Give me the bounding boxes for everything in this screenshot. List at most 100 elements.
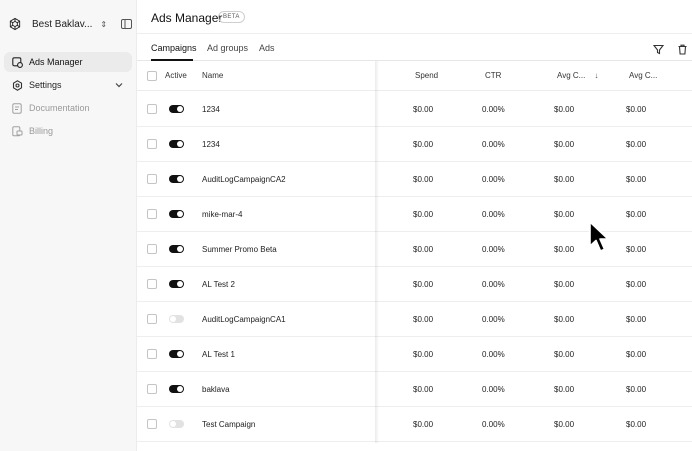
avg-cost-cell: $0.00: [554, 139, 575, 149]
spend-cell: $0.00: [413, 209, 434, 219]
table-row[interactable]: AL Test 1 $0.00 0.00% $0.00 $0.00: [137, 337, 692, 372]
avg-cost-cell: $0.00: [554, 419, 575, 429]
ctr-cell: 0.00%: [482, 314, 505, 324]
column-header-avg-2[interactable]: Avg C...: [629, 61, 657, 90]
row-checkbox[interactable]: [147, 384, 157, 394]
active-toggle[interactable]: [169, 140, 184, 148]
toggle-knob: [177, 386, 183, 392]
tab-ads[interactable]: Ads: [259, 43, 275, 53]
gear-icon: [11, 79, 23, 91]
workspace-name: Best Baklav...: [32, 18, 93, 30]
toggle-knob: [177, 211, 183, 217]
row-checkbox[interactable]: [147, 279, 157, 289]
spend-cell: $0.00: [413, 349, 434, 359]
ads-icon: [11, 56, 23, 68]
sidebar-item-label: Ads Manager: [29, 57, 83, 67]
row-checkbox[interactable]: [147, 349, 157, 359]
spend-cell: $0.00: [413, 279, 434, 289]
table-row[interactable]: Test Campaign $0.00 0.00% $0.00 $0.00: [137, 407, 692, 442]
tab-ad-groups[interactable]: Ad groups: [207, 43, 248, 53]
row-checkbox[interactable]: [147, 209, 157, 219]
sidebar-item-settings[interactable]: Settings: [4, 75, 132, 95]
active-toggle[interactable]: [169, 385, 184, 393]
ctr-cell: 0.00%: [482, 139, 505, 149]
avg-cost-cell: $0.00: [626, 279, 647, 289]
avg-cost-cell: $0.00: [554, 279, 575, 289]
sidebar-item-documentation[interactable]: Documentation: [4, 98, 132, 118]
active-toggle[interactable]: [169, 175, 184, 183]
campaign-name[interactable]: AL Test 2: [202, 267, 235, 301]
table-header: Active Name Spend CTR Avg C... ↓ Avg C..…: [137, 61, 692, 91]
row-checkbox[interactable]: [147, 104, 157, 114]
active-toggle[interactable]: [169, 280, 184, 288]
row-checkbox[interactable]: [147, 419, 157, 429]
ctr-cell: 0.00%: [482, 209, 505, 219]
filter-icon[interactable]: [652, 42, 665, 55]
ctr-cell: 0.00%: [482, 244, 505, 254]
sidebar-item-label: Settings: [29, 80, 62, 90]
toggle-knob: [177, 246, 183, 252]
table-row[interactable]: 1234 $0.00 0.00% $0.00 $0.00: [137, 127, 692, 162]
table-row[interactable]: AuditLogCampaignCA1 $0.00 0.00% $0.00 $0.00: [137, 302, 692, 337]
campaign-name[interactable]: 1234: [202, 92, 220, 126]
active-toggle[interactable]: [169, 210, 184, 218]
campaign-name[interactable]: mike-mar-4: [202, 197, 242, 231]
campaign-name[interactable]: Summer Promo Beta: [202, 232, 277, 266]
page-title: Ads Manager: [151, 11, 223, 25]
column-header-avg-1[interactable]: Avg C... ↓: [557, 61, 598, 90]
avg-cost-cell: $0.00: [626, 419, 647, 429]
column-header-name[interactable]: Name: [202, 61, 223, 90]
ctr-cell: 0.00%: [482, 279, 505, 289]
avg-cost-cell: $0.00: [554, 384, 575, 394]
tab-campaigns[interactable]: Campaigns: [151, 43, 197, 53]
avg-cost-cell: $0.00: [626, 244, 647, 254]
column-header-label: Avg C...: [557, 71, 586, 80]
avg-cost-cell: $0.00: [626, 314, 647, 324]
row-checkbox[interactable]: [147, 314, 157, 324]
active-toggle[interactable]: [169, 105, 184, 113]
campaign-name[interactable]: AuditLogCampaignCA2: [202, 162, 286, 196]
updown-icon: ⇕: [100, 19, 108, 29]
toggle-knob: [170, 421, 176, 427]
openai-logo-icon: [8, 16, 22, 32]
ctr-cell: 0.00%: [482, 349, 505, 359]
avg-cost-cell: $0.00: [554, 314, 575, 324]
document-icon: [11, 102, 23, 114]
avg-cost-cell: $0.00: [626, 174, 647, 184]
mouse-cursor-icon: [588, 220, 610, 254]
table-row[interactable]: AL Test 2 $0.00 0.00% $0.00 $0.00: [137, 267, 692, 302]
row-checkbox[interactable]: [147, 139, 157, 149]
table-row[interactable]: baklava $0.00 0.00% $0.00 $0.00: [137, 372, 692, 407]
sidebar: Best Baklav... ⇕ Ads Manager Settings Do…: [0, 0, 137, 451]
table-row[interactable]: AuditLogCampaignCA2 $0.00 0.00% $0.00 $0.00: [137, 162, 692, 197]
select-all-checkbox[interactable]: [147, 71, 157, 81]
workspace-switcher[interactable]: Best Baklav... ⇕: [6, 12, 133, 36]
table-row[interactable]: 1234 $0.00 0.00% $0.00 $0.00: [137, 92, 692, 127]
trash-icon[interactable]: [677, 42, 688, 55]
campaign-name[interactable]: Test Campaign: [202, 407, 255, 441]
tab-bar: Campaigns Ad groups Ads: [137, 34, 692, 61]
ctr-cell: 0.00%: [482, 174, 505, 184]
column-header-active[interactable]: Active: [165, 61, 187, 90]
active-toggle[interactable]: [169, 420, 184, 428]
beta-badge: BETA: [218, 11, 245, 23]
sidebar-item-billing[interactable]: Billing: [4, 121, 132, 141]
sticky-column-shadow: [375, 61, 379, 443]
chevron-down-icon[interactable]: [114, 80, 124, 90]
row-checkbox[interactable]: [147, 244, 157, 254]
campaign-name[interactable]: AuditLogCampaignCA1: [202, 302, 286, 336]
active-toggle[interactable]: [169, 350, 184, 358]
active-toggle[interactable]: [169, 245, 184, 253]
sidebar-toggle-icon[interactable]: [121, 18, 133, 30]
spend-cell: $0.00: [413, 314, 434, 324]
spend-cell: $0.00: [413, 244, 434, 254]
column-header-ctr[interactable]: CTR: [485, 61, 501, 90]
column-header-spend[interactable]: Spend: [415, 61, 438, 90]
campaign-name[interactable]: baklava: [202, 372, 230, 406]
row-checkbox[interactable]: [147, 174, 157, 184]
sidebar-item-ads-manager[interactable]: Ads Manager: [4, 52, 132, 72]
toggle-knob: [177, 176, 183, 182]
campaign-name[interactable]: AL Test 1: [202, 337, 235, 371]
active-toggle[interactable]: [169, 315, 184, 323]
campaign-name[interactable]: 1234: [202, 127, 220, 161]
